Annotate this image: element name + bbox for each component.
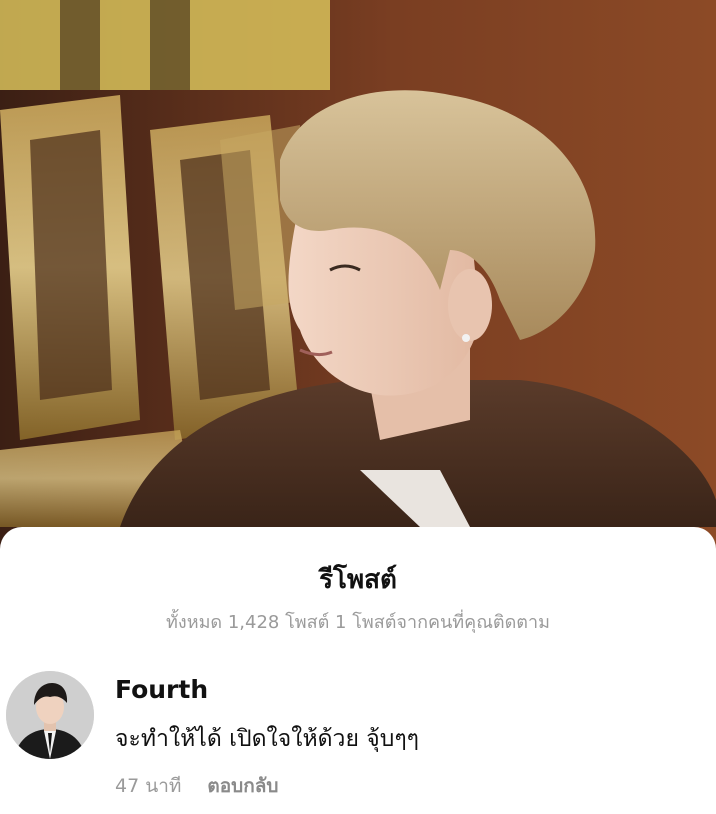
media-image <box>0 0 716 560</box>
media-frame[interactable] <box>0 0 716 560</box>
reposts-sheet: รีโพสต์ ทั้งหมด 1,428 โพสต์ 1 โพสต์จากคน… <box>0 527 716 814</box>
comment-text: จะทำให้ได้ เปิดใจให้ด้วย จุ้บๆๆ <box>115 726 420 752</box>
sheet-title: รีโพสต์ <box>319 565 397 595</box>
avatar[interactable] <box>6 671 94 759</box>
reply-button[interactable]: ตอบกลับ <box>207 771 278 801</box>
comment-author[interactable]: Fourth <box>115 675 208 704</box>
repost-summary: ทั้งหมด 1,428 โพสต์ 1 โพสต์จากคนที่คุณติ… <box>166 612 550 633</box>
comment-meta: 47 นาที ตอบกลับ <box>115 771 278 801</box>
list-item[interactable]: Fourth จะทำให้ได้ เปิดใจให้ด้วย จุ้บๆๆ 4… <box>0 667 716 807</box>
comment-timestamp: 47 นาที <box>115 775 182 797</box>
profile-photo <box>6 671 94 759</box>
